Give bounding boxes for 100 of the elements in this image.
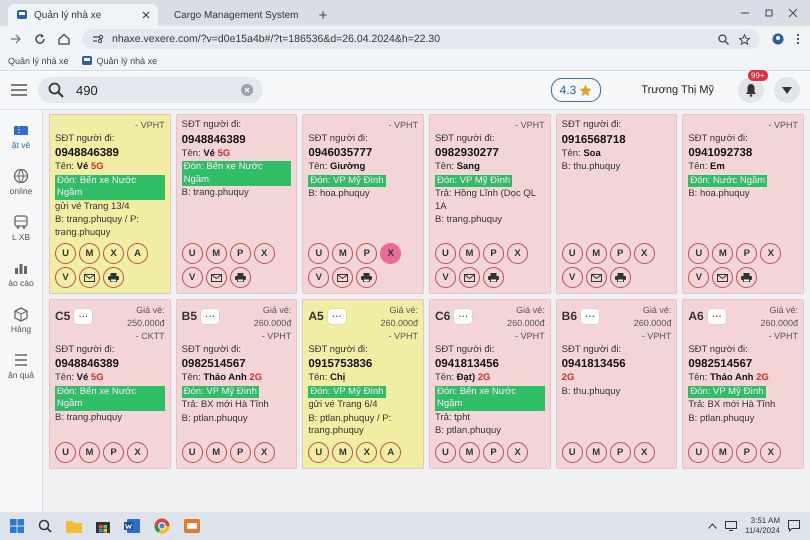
action-button[interactable]: V: [55, 267, 76, 288]
home-icon[interactable]: [58, 33, 70, 45]
more-button[interactable]: ···: [454, 309, 472, 324]
search-input[interactable]: 490: [74, 82, 231, 98]
more-button[interactable]: ···: [708, 309, 726, 324]
action-button[interactable]: V: [688, 267, 710, 288]
action-button[interactable]: U: [55, 442, 76, 462]
ticket-card[interactable]: SĐT người đi: 0948846389 Tên: Vé 5G Đón: Bến xe Nước Ngầm B: trang.phuquy U M P X V: [176, 114, 298, 294]
action-button[interactable]: U: [308, 442, 330, 462]
action-button[interactable]: [206, 267, 227, 288]
more-button[interactable]: ···: [74, 309, 92, 324]
app-icon[interactable]: [184, 519, 200, 533]
action-button[interactable]: X: [103, 243, 124, 264]
ticket-card[interactable]: A5 ··· Giá vé: 260.000đ - VPHT SĐT người đi: 0915753836 Tên: Chị Đón: VP Mỹ Đình gửi vé Trang 6/4 B: ptlan.phuquy / P: trang.phuquy U M X A: [302, 299, 424, 468]
action-button[interactable]: X: [254, 243, 275, 264]
action-button[interactable]: P: [736, 243, 758, 264]
clock-date[interactable]: 11/4/2024: [745, 526, 780, 536]
windows-logo-icon[interactable]: [10, 519, 24, 533]
action-button[interactable]: X: [760, 243, 782, 264]
action-button[interactable]: P: [482, 442, 504, 462]
action-button[interactable]: V: [562, 267, 583, 288]
action-button[interactable]: [482, 267, 504, 288]
action-button[interactable]: X: [634, 442, 655, 462]
caret-up-icon[interactable]: [708, 523, 717, 529]
action-button[interactable]: P: [230, 243, 251, 264]
bookmark[interactable]: Quản lý nhà xe: [8, 56, 69, 66]
action-button[interactable]: P: [356, 243, 378, 264]
menu-icon[interactable]: [10, 82, 28, 98]
sidebar-item[interactable]: ặt vé: [0, 120, 42, 152]
clock-time[interactable]: 3:51 AM: [750, 516, 780, 526]
ticket-card[interactable]: - VPHT SĐT người đi: 0946035777 Tên: Giường Đón: VP Mỹ Đình B: hoa.phuquy U M P X V: [302, 114, 424, 294]
action-button[interactable]: X: [634, 243, 655, 264]
action-button[interactable]: U: [562, 243, 583, 264]
action-button[interactable]: P: [482, 243, 504, 264]
browser-tab[interactable]: Quản lý nhà xe: [8, 4, 158, 26]
action-button[interactable]: P: [736, 442, 758, 462]
action-button[interactable]: M: [206, 243, 227, 264]
action-button[interactable]: [586, 267, 607, 288]
action-button[interactable]: U: [434, 442, 456, 462]
action-button[interactable]: U: [688, 442, 710, 462]
action-button[interactable]: U: [182, 442, 203, 462]
ticket-card[interactable]: C6 ··· Giá vé: 260.000đ - VPHT SĐT người đi: 0941813456 Tên: Đạt) 2G Đón: Bến xe Nước Ngầm Trả: tpht B: ptlan.phuquy U M P X: [428, 299, 551, 468]
action-button[interactable]: [79, 267, 100, 288]
action-button[interactable]: [356, 267, 378, 288]
ticket-card[interactable]: SĐT người đi: 0916568718 Tên: Soa B: thu.phuquy U M P X V: [556, 114, 678, 294]
bookmark[interactable]: Quản lý nhà xe: [80, 55, 158, 67]
document-app-icon[interactable]: [124, 519, 140, 533]
profile-icon[interactable]: [772, 33, 784, 45]
action-button[interactable]: U: [434, 243, 456, 264]
ticket-card[interactable]: B6 ··· Giá vé: 260.000đ - VPHT SĐT người đi: 0941813456 2G B: thu.phuquy U M P X: [556, 299, 678, 468]
browser-tab[interactable]: Cargo Management System: [160, 4, 310, 26]
action-button[interactable]: [332, 267, 354, 288]
action-button[interactable]: U: [182, 243, 203, 264]
address-bar[interactable]: nhaxe.vexere.com/?v=d0e15a4b#/?t=186536&d=26.04.2024&h=22.30: [82, 29, 760, 49]
action-button[interactable]: U: [562, 442, 583, 462]
more-button[interactable]: ···: [201, 309, 219, 324]
action-button[interactable]: M: [586, 442, 607, 462]
action-button[interactable]: X: [506, 442, 528, 462]
action-button[interactable]: V: [308, 267, 330, 288]
action-button[interactable]: M: [79, 243, 100, 264]
action-button[interactable]: M: [332, 243, 354, 264]
action-button[interactable]: M: [712, 442, 734, 462]
action-button[interactable]: U: [308, 243, 330, 264]
action-button[interactable]: X: [254, 442, 275, 462]
action-button[interactable]: X: [506, 243, 528, 264]
action-button[interactable]: P: [610, 442, 631, 462]
action-button[interactable]: M: [206, 442, 227, 462]
ticket-card[interactable]: A6 ··· Giá vé: 260.000đ - VPHT SĐT người đi: 0982514567 Tên: Thảo Anh 2G Đón: VP Mỹ Đình Trả: BX mới Hà Tĩnh B: ptlan.phuquy U M P X: [682, 299, 804, 468]
zoom-icon[interactable]: [718, 34, 729, 44]
action-button[interactable]: V: [434, 267, 456, 288]
ticket-card[interactable]: B5 ··· Giá vé: 260.000đ - VPHT SĐT người đi: 0982514567 Tên: Thảo Anh 2G Đón: VP Mỹ Đình Trả: BX mới Hà Tĩnh B: ptlan.phuquy U M P X: [176, 299, 298, 468]
browser-app-icon[interactable]: [154, 518, 170, 534]
action-button[interactable]: [230, 267, 251, 288]
restore-icon[interactable]: [764, 8, 774, 18]
action-button[interactable]: P: [230, 442, 251, 462]
more-icon[interactable]: [796, 33, 800, 45]
action-button[interactable]: [712, 267, 734, 288]
ticket-card[interactable]: - VPHT SĐT người đi: 0948846389 Tên: Vé 5G Đón: Bến xe Nước Ngầm gửi vé Trang 13/4 B: trang.phuquy / P: trang.phuquy U M X A V: [49, 114, 171, 294]
new-tab-button[interactable]: +: [312, 4, 334, 26]
sidebar-item[interactable]: L XB: [0, 212, 42, 244]
action-button[interactable]: M: [332, 442, 354, 462]
action-button[interactable]: M: [586, 243, 607, 264]
user-name[interactable]: Trương Thị Mỹ: [641, 84, 714, 96]
ticket-card[interactable]: - VPHT SĐT người đi: 0941092738 Tên: Em Đón: Nước Ngầm B: hoa.phuquy U M P X V: [682, 114, 804, 294]
more-button[interactable]: ···: [581, 309, 599, 324]
action-button[interactable]: U: [688, 243, 710, 264]
action-button[interactable]: X: [356, 442, 378, 462]
action-button[interactable]: U: [55, 243, 76, 264]
action-button[interactable]: X: [127, 442, 148, 462]
action-button[interactable]: A: [380, 442, 402, 462]
action-button[interactable]: [610, 267, 631, 288]
sidebar-item[interactable]: áo cáo: [0, 258, 42, 290]
action-button[interactable]: [736, 267, 758, 288]
action-button[interactable]: M: [458, 243, 480, 264]
dropdown-button[interactable]: [774, 77, 800, 103]
action-button[interactable]: X: [760, 442, 782, 462]
ticket-card[interactable]: C5 ··· Giá vé: 250.000đ - CKTT SĐT người đi: 0948846389 Tên: Vé 5G Đón: Bến xe Nước Ngầm B: trang.phuquy U M P X: [49, 299, 171, 468]
clear-icon[interactable]: [241, 84, 253, 96]
sidebar-item[interactable]: ản quả: [0, 350, 42, 382]
close-icon[interactable]: [788, 8, 798, 18]
